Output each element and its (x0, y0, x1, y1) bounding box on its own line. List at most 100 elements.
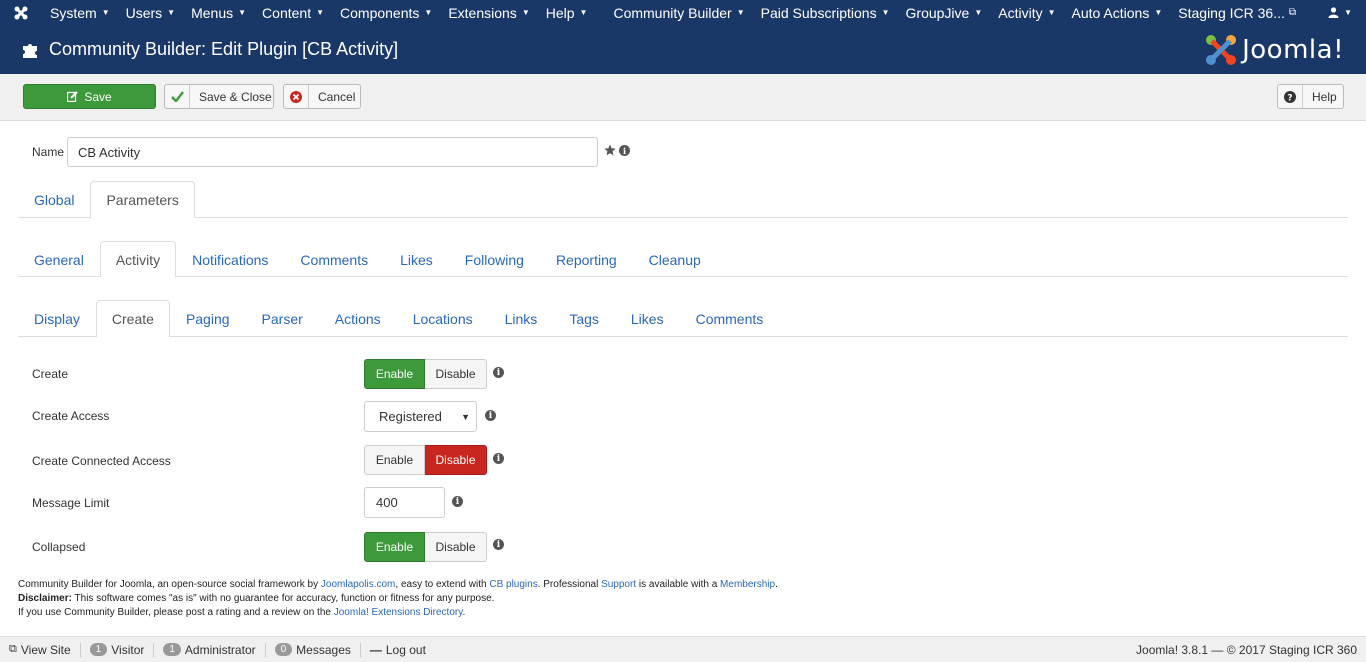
menu-auto-actions[interactable]: Auto Actions ▼ (1064, 0, 1171, 25)
menu-community-builder[interactable]: Community Builder ▼ (605, 0, 752, 25)
message-limit-input[interactable] (364, 487, 445, 518)
collapsed-label: Collapsed (32, 540, 86, 554)
info-icon[interactable]: i (493, 453, 504, 464)
menu-users[interactable]: Users ▼ (118, 0, 183, 25)
tab-paging[interactable]: Paging (170, 300, 246, 337)
page-title: Community Builder: Edit Plugin [CB Activ… (49, 39, 399, 59)
external-link-icon: ⧉ (1288, 7, 1297, 18)
messages-status[interactable]: 0 Messages (266, 642, 361, 657)
create-connected-access-label: Create Connected Access (32, 454, 171, 468)
tab-notifications[interactable]: Notifications (176, 241, 284, 277)
user-icon (1328, 7, 1339, 18)
view-site-link[interactable]: ⧉ View Site (0, 642, 81, 657)
info-icon[interactable]: i (493, 367, 504, 378)
save-close-button[interactable]: Save & Close (164, 84, 274, 109)
name-label: Name (32, 145, 65, 159)
page-header: Community Builder: Edit Plugin [CB Activ… (0, 25, 1366, 74)
create-label: Create (32, 367, 69, 381)
menu-extensions[interactable]: Extensions ▼ (440, 0, 537, 25)
dropdown-arrow-icon: ▼ (461, 411, 470, 422)
help-button[interactable]: ? Help (1277, 84, 1344, 109)
main-tabs: Global Parameters (18, 181, 1348, 218)
menu-help[interactable]: Help ▼ (538, 0, 596, 25)
minus-icon: — (369, 642, 382, 657)
admin-count-badge: 1 (163, 643, 181, 656)
joomla-brand-icon (1206, 34, 1237, 65)
jed-link[interactable]: Joomla! Extensions Directory (334, 607, 463, 618)
tab-activity[interactable]: Activity (99, 241, 177, 277)
tab-parameters[interactable]: Parameters (90, 181, 195, 218)
info-icon[interactable]: i (493, 539, 504, 550)
tab-tags[interactable]: Tags (553, 300, 615, 337)
tab-activity-likes[interactable]: Likes (615, 300, 680, 337)
activity-tabs: Display Create Paging Parser Actions Loc… (18, 300, 1348, 337)
edit-icon (67, 85, 79, 108)
create-connected-toggle: Enable Disable (364, 445, 487, 475)
puzzle-icon (23, 43, 37, 58)
create-access-select[interactable]: Registered ▼ (364, 401, 477, 432)
membership-link[interactable]: Membership (720, 579, 775, 590)
info-icon[interactable]: i (452, 496, 463, 507)
cb-plugins-link[interactable]: CB plugins (489, 579, 537, 590)
menu-paid-subscriptions[interactable]: Paid Subscriptions ▼ (753, 0, 898, 25)
tab-parser[interactable]: Parser (246, 300, 319, 337)
tab-reporting[interactable]: Reporting (540, 241, 633, 277)
tab-global[interactable]: Global (18, 181, 90, 218)
svg-text:?: ? (1287, 93, 1292, 103)
visitor-count-badge: 1 (89, 643, 108, 656)
collapsed-enable-button[interactable]: Enable (364, 532, 425, 562)
tab-activity-comments[interactable]: Comments (680, 300, 780, 337)
tab-likes[interactable]: Likes (384, 241, 449, 277)
info-icon[interactable]: i (619, 144, 630, 156)
parameter-tabs: General Activity Notifications Comments … (18, 241, 1348, 277)
toolbar: Save Save & Close Cancel ? Help (0, 74, 1366, 121)
cb-footer-notice: Community Builder for Joomla, an open-so… (18, 579, 778, 618)
tab-display[interactable]: Display (18, 300, 96, 337)
logout-link[interactable]: — Log out (361, 643, 435, 657)
menu-system[interactable]: System ▼ (42, 0, 118, 25)
tab-following[interactable]: Following (449, 241, 540, 277)
external-link-icon: ⧉ (9, 643, 17, 655)
save-button[interactable]: Save (23, 84, 156, 109)
connected-disable-button[interactable]: Disable (425, 445, 487, 475)
svg-text:i: i (623, 146, 626, 156)
create-toggle: Enable Disable (364, 359, 487, 389)
tab-general[interactable]: General (18, 241, 100, 277)
joomla-logo-icon[interactable] (0, 0, 42, 25)
check-icon (165, 85, 190, 108)
menu-groupjive[interactable]: GroupJive ▼ (898, 0, 991, 25)
collapsed-disable-button[interactable]: Disable (425, 532, 487, 562)
menu-activity[interactable]: Activity ▼ (990, 0, 1063, 25)
name-input[interactable] (67, 137, 598, 167)
connected-enable-button[interactable]: Enable (364, 445, 425, 475)
tab-create[interactable]: Create (95, 300, 170, 337)
top-menu-bar: System ▼ Users ▼ Menus ▼ Content ▼ Component… (0, 0, 1366, 25)
tab-links[interactable]: Links (489, 300, 554, 337)
status-bar: ⧉ View Site 1 Visitor 1 Administrator 0 … (0, 636, 1366, 662)
administrator-status[interactable]: 1 Administrator (154, 642, 266, 657)
disclaimer-heading: Disclaimer: (18, 593, 72, 604)
star-icon (604, 144, 616, 156)
support-link[interactable]: Support (601, 579, 636, 590)
create-enable-button[interactable]: Enable (364, 359, 425, 389)
tab-comments[interactable]: Comments (284, 241, 384, 277)
tab-locations[interactable]: Locations (397, 300, 489, 337)
user-menu[interactable]: ▼ (1314, 0, 1366, 25)
version-info: Joomla! 3.8.1 — © 2017 Staging ICR 360 (1136, 642, 1357, 657)
menu-menus[interactable]: Menus ▼ (183, 0, 254, 25)
site-link[interactable]: Staging ICR 36... ⧉ (1170, 0, 1304, 25)
info-icon[interactable]: i (485, 410, 496, 421)
create-access-label: Create Access (32, 409, 110, 423)
visitor-status[interactable]: 1 Visitor (81, 642, 155, 657)
menu-components[interactable]: Components ▼ (332, 0, 440, 25)
joomla-brand-text: Joomla! (1242, 34, 1344, 65)
joomla-brand-logo: Joomla! (1204, 33, 1344, 67)
create-disable-button[interactable]: Disable (425, 359, 487, 389)
tab-actions[interactable]: Actions (319, 300, 397, 337)
cancel-button[interactable]: Cancel (283, 84, 361, 109)
tab-cleanup[interactable]: Cleanup (633, 241, 717, 277)
collapsed-toggle: Enable Disable (364, 532, 487, 562)
name-field-icons: i (604, 144, 630, 156)
menu-content[interactable]: Content ▼ (254, 0, 332, 25)
joomlapolis-link[interactable]: Joomlapolis.com (321, 579, 395, 590)
